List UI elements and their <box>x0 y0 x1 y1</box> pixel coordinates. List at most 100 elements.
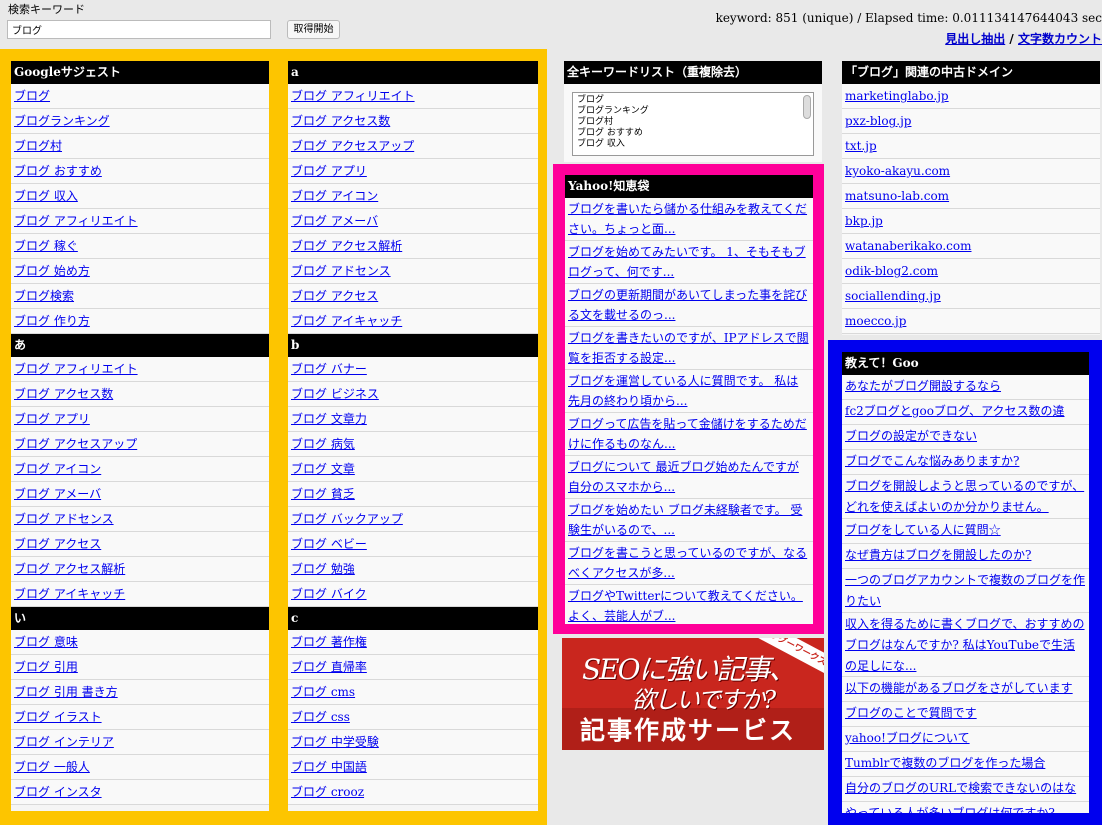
goo-question-item: ブログを開設しようと思っているのですが、どれを使えばよいのか分かりません。 <box>842 475 1089 519</box>
goo-question-link[interactable]: あなたがブログ開設するなら <box>845 379 1001 393</box>
list-item-link[interactable]: ブログランキング <box>14 114 110 128</box>
goo-question-link[interactable]: fc2ブログとgooブログ、アクセス数の違い。 <box>845 404 1065 424</box>
all-keywords-textarea[interactable]: ブログ ブログランキング ブログ村 ブログ おすすめ ブログ 収入 <box>572 92 814 156</box>
list-item-link[interactable]: ブログ crooz <box>291 785 364 799</box>
list-item-link[interactable]: ブログ 引用 書き方 <box>14 685 118 699</box>
question-link[interactable]: ブログを運営している人に質問です。 私は先月の終わり頃から... <box>568 374 798 408</box>
goo-question-link[interactable]: Tumblrで複数のブログを作った場合 <box>845 756 1045 770</box>
fetch-button[interactable]: 取得開始 <box>287 20 340 39</box>
search-input[interactable] <box>7 20 271 39</box>
list-item-link[interactable]: ブログ 勉強 <box>291 562 355 576</box>
list-item-link[interactable]: ブログ バイク <box>291 587 367 601</box>
goo-question-link[interactable]: ブログをしている人に質問☆ <box>845 523 1001 537</box>
list-item: matsuno-lab.com <box>842 184 1100 209</box>
list-item-link[interactable]: ブログ 一般人 <box>14 760 90 774</box>
question-link[interactable]: ブログを始めたい ブログ未経験者です。 受験生がいるので、... <box>568 503 802 537</box>
list-item-link[interactable]: ブログ 直帰率 <box>291 660 367 674</box>
goo-question-link[interactable]: ブログでこんな悩みありますか? <box>845 454 1019 468</box>
goo-question-link[interactable]: ブログを開設しようと思っているのですが、どれを使えばよいのか分かりません。 <box>845 479 1084 514</box>
list-item-link[interactable]: moecco.jp <box>845 314 906 328</box>
question-link[interactable]: ブログを書こうと思っているのですが、なるべくアクセスが多... <box>568 546 807 580</box>
list-item-link[interactable]: ブログ アプリ <box>291 164 367 178</box>
list-item-link[interactable]: ブログ アメーバ <box>291 214 378 228</box>
list-item-link[interactable]: ブログ アフィリエイト <box>14 362 138 376</box>
goo-question-link[interactable]: 一つのブログアカウントで複数のブログを作りたい <box>845 573 1085 608</box>
list-item-link[interactable]: ブログ 貧乏 <box>291 487 355 501</box>
list-item-link[interactable]: ブログ 中学受験 <box>291 735 379 749</box>
list-item-link[interactable]: ブログ css <box>291 710 350 724</box>
list-item-link[interactable]: ブログ アフィリエイト <box>14 214 138 228</box>
question-link[interactable]: ブログの更新期間があいてしまった事を詫びる文を載せるのっ... <box>568 288 807 322</box>
goo-question-link[interactable]: 自分のブログのURLで検索できないのはなぜ? <box>845 781 1076 801</box>
list-item-link[interactable]: ブログ 文章 <box>291 462 355 476</box>
list-item-link[interactable]: ブログ バックアップ <box>291 512 403 526</box>
list-item-link[interactable]: ブログ アクセス数 <box>291 114 390 128</box>
list-item-link[interactable]: ブログ村 <box>14 139 62 153</box>
list-item-link[interactable]: ブログ アイキャッチ <box>14 587 125 601</box>
list-item-link[interactable]: ブログ アクセス <box>291 289 378 303</box>
list-item-link[interactable]: ブログ 文章力 <box>291 412 367 426</box>
list-item-link[interactable]: matsuno-lab.com <box>845 189 949 203</box>
list-item-link[interactable]: ブログ アフィリエイト <box>291 89 415 103</box>
question-link[interactable]: ブログって広告を貼って金儲けをするためだけに作るものなん... <box>568 417 807 451</box>
list-item-link[interactable]: pxz-blog.jp <box>845 114 911 128</box>
list-item-link[interactable]: kyoko-akayu.com <box>845 164 950 178</box>
goo-question-link[interactable]: ブログのことで質問です <box>845 706 977 720</box>
list-item-link[interactable]: ブログ アクセス解析 <box>14 562 125 576</box>
list-item-link[interactable]: bkp.jp <box>845 214 883 228</box>
list-item-link[interactable]: ブログ アドセンス <box>291 264 391 278</box>
list-item-link[interactable]: ブログ アプリ <box>14 412 90 426</box>
list-item-link[interactable]: txt.jp <box>845 139 877 153</box>
list-item-link[interactable]: ブログ 始め方 <box>14 264 90 278</box>
list-item-link[interactable]: ブログ 引用 <box>14 660 78 674</box>
list-item-link[interactable]: ブログ cms <box>291 685 355 699</box>
textarea-scrollbar[interactable] <box>803 95 811 119</box>
list-item-link[interactable]: ブログ アクセス数 <box>14 387 113 401</box>
list-item-link[interactable]: ブログ 収入 <box>14 189 78 203</box>
list-item-link[interactable]: ブログ アイキャッチ <box>291 314 402 328</box>
list-item-link[interactable]: ブログ おすすめ <box>14 164 102 178</box>
heading-extract-link[interactable]: 見出し抽出 <box>945 32 1005 46</box>
list-item-link[interactable]: ブログ イラスト <box>14 710 102 724</box>
article-service-banner[interactable]: SEOに強い記事、 欲しいですか? 記事作成サービス サグーワークス <box>562 638 824 750</box>
list-item-link[interactable]: watanaberikako.com <box>845 239 972 253</box>
goo-question-link[interactable]: やっている人が多いブログは何ですか? <box>845 806 1055 813</box>
list-item-link[interactable]: ブログ バナー <box>291 362 367 376</box>
list-item-link[interactable]: ブログ アクセス解析 <box>291 239 402 253</box>
list-item-link[interactable]: ブログ アイコン <box>14 462 101 476</box>
list-item: ブログ 引用 <box>11 655 269 680</box>
list-item-link[interactable]: ブログ ビジネス <box>291 387 379 401</box>
list-item-link[interactable]: ブログ ベビー <box>291 537 367 551</box>
list-item-link[interactable]: ブログ アメーバ <box>14 487 101 501</box>
list-item-link[interactable]: ブログ アクセスアップ <box>14 437 137 451</box>
question-link[interactable]: ブログやTwitterについて教えてください。 よく、芸能人がブ... <box>568 589 803 623</box>
goo-question-link[interactable]: なぜ貴方はブログを開設したのか? <box>845 548 1031 562</box>
list-item-link[interactable]: ブログ インテリア <box>14 735 114 749</box>
goo-question-link[interactable]: yahoo!ブログについて <box>845 731 970 745</box>
goo-question-link[interactable]: 収入を得るために書くブログで、おすすめのブログはなんですか? 私はYouTube… <box>845 617 1085 673</box>
list-item-link[interactable]: ブログ アドセンス <box>14 512 114 526</box>
list-item-link[interactable]: ブログ 著作権 <box>291 635 367 649</box>
list-item-link[interactable]: ブログ アイコン <box>291 189 378 203</box>
list-item-link[interactable]: odik-blog2.com <box>845 264 938 278</box>
goo-question-item: ブログのことで質問です <box>842 702 1089 727</box>
char-count-link[interactable]: 文字数カウント <box>1018 32 1102 46</box>
list-item-link[interactable]: ブログ インスタ <box>14 785 102 799</box>
list-item-link[interactable]: ブログ検索 <box>14 289 74 303</box>
list-item-link[interactable]: ブログ 稼ぐ <box>14 239 78 253</box>
list-item-link[interactable]: marketinglabo.jp <box>845 89 949 103</box>
question-link[interactable]: ブログを書きたいのですが、IPアドレスで閲覧を拒否する設定... <box>568 331 809 365</box>
list-item-link[interactable]: ブログ アクセス <box>14 537 101 551</box>
list-item-link[interactable]: ブログ <box>14 89 50 103</box>
list-item-link[interactable]: ブログ 病気 <box>291 437 355 451</box>
list-item-link[interactable]: sociallending.jp <box>845 289 941 303</box>
list-item-link[interactable]: ブログ 意味 <box>14 635 78 649</box>
goo-question-link[interactable]: 以下の機能があるブログをさがしています <box>845 681 1073 695</box>
list-item-link[interactable]: ブログ アクセスアップ <box>291 139 414 153</box>
question-link[interactable]: ブログについて 最近ブログ始めたんですが 自分のスマホから... <box>568 460 799 494</box>
question-link[interactable]: ブログを始めてみたいです。 1、そもそもブログって、何です... <box>568 245 806 279</box>
question-link[interactable]: ブログを書いたら儲かる仕組みを教えてください。ちょっと面... <box>568 202 807 236</box>
list-item-link[interactable]: ブログ 中国語 <box>291 760 367 774</box>
list-item-link[interactable]: ブログ 作り方 <box>14 314 90 328</box>
goo-question-link[interactable]: ブログの設定ができない <box>845 429 977 443</box>
